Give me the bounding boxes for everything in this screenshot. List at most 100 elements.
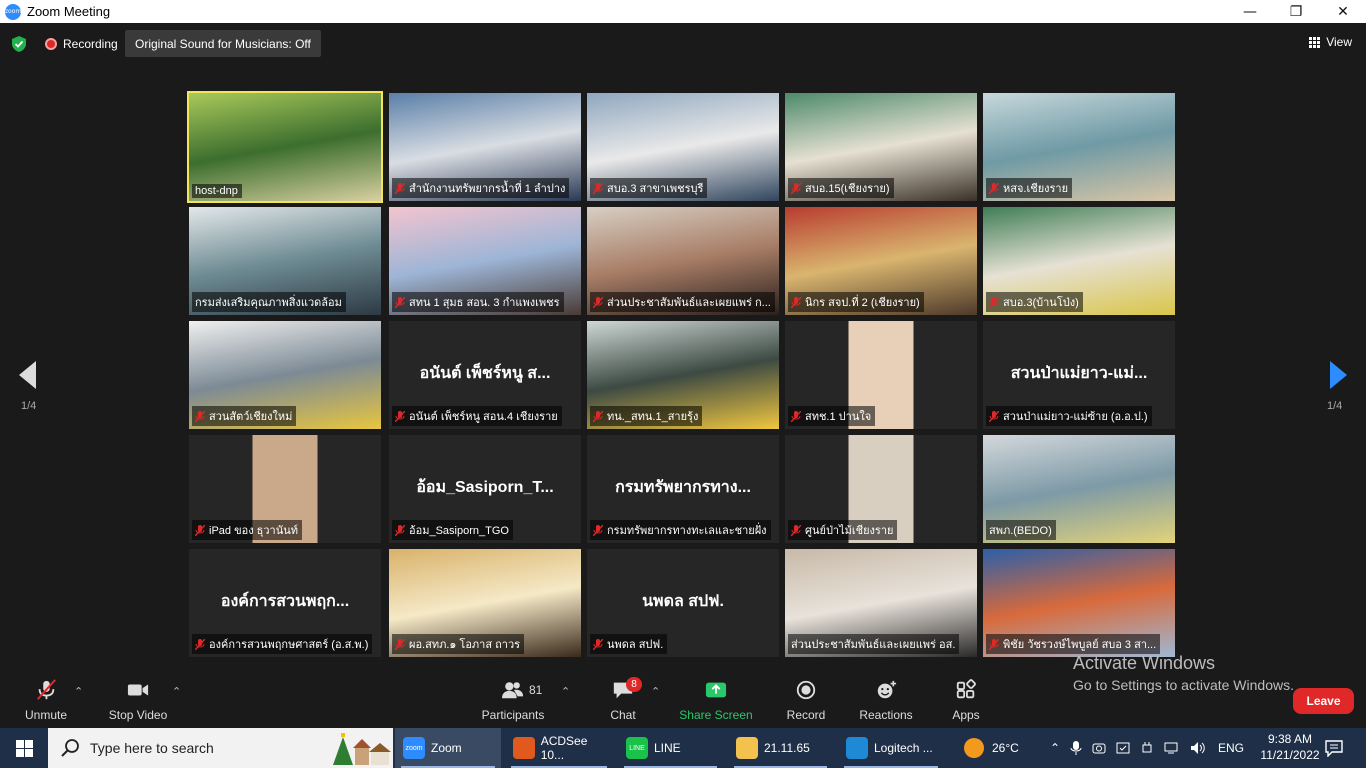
reactions-label: Reactions — [859, 708, 913, 722]
original-sound-button[interactable]: Original Sound for Musicians: Off — [125, 30, 321, 57]
participant-video-tile[interactable]: อ้อม_Sasiporn_T... อ้อม_Sasiporn_TGO — [389, 435, 581, 543]
unmute-button[interactable]: Unmute — [20, 673, 72, 728]
video-options-caret-icon[interactable]: ⌃ — [172, 685, 181, 698]
participant-video-tile[interactable]: สำนักงานทรัพยากรน้ำที่ 1 ลำปาง — [389, 93, 581, 201]
taskbar-app-icon: LINE — [626, 737, 648, 759]
participant-video-tile[interactable]: นิกร สจป.ที่ 2 (เชียงราย) — [785, 207, 977, 315]
windows-logo-icon — [15, 739, 33, 757]
muted-mic-icon — [791, 296, 801, 308]
participant-name-label: ผอ.สทภ.๑ โอภาส ถาวร — [392, 634, 525, 654]
participants-button[interactable]: Participants — [480, 673, 546, 728]
participant-name-text: สทน 1 สุมธ สอน. 3 กำแพงเพชร — [409, 297, 560, 309]
muted-mic-icon — [593, 638, 603, 650]
muted-mic-icon — [593, 410, 603, 422]
minimize-button[interactable]: — — [1227, 0, 1273, 23]
stop-video-button[interactable]: Stop Video — [106, 673, 170, 728]
left-page-indicator: 1/4 — [21, 400, 37, 412]
camera-tray-icon[interactable] — [1092, 741, 1106, 755]
participant-name-text: host-dnp — [195, 185, 238, 197]
taskbar-app-icon: zoom — [403, 737, 425, 759]
power-plug-tray-icon[interactable] — [1140, 741, 1154, 755]
participants-options-caret-icon[interactable]: ⌃ — [561, 685, 570, 698]
view-button[interactable]: View — [1309, 35, 1352, 49]
participant-video-tile[interactable]: สบอ.3(บ้านโป่ง) — [983, 207, 1175, 315]
participant-video-tile[interactable]: พิชัย วัชรวงษ์ไพบูลย์ สบอ 3 สา... — [983, 549, 1175, 657]
participant-video-tile[interactable]: สทช.1 ปานใจ — [785, 321, 977, 429]
weather-temperature: 26°C — [992, 741, 1019, 755]
notification-center-icon[interactable] — [1325, 739, 1343, 757]
participant-video-tile[interactable]: สวนสัตว์เชียงใหม่ — [189, 321, 381, 429]
taskbar-app-button[interactable]: 21.11.65 — [728, 728, 833, 768]
participant-video-tile[interactable]: สพภ.(BEDO) — [983, 435, 1175, 543]
participant-display-name: กรมทรัพยากรทาง... — [615, 479, 751, 496]
reactions-button[interactable]: Reactions — [856, 673, 916, 728]
participant-name-text: ส่วนประชาสัมพันธ์และเผยแพร่ อส. — [791, 639, 956, 651]
record-button[interactable]: Record — [783, 673, 829, 728]
participant-video-tile[interactable]: ส่วนประชาสัมพันธ์และเผยแพร่ อส. — [785, 549, 977, 657]
record-label: Record — [786, 708, 826, 722]
participant-video-tile[interactable]: host-dnp — [187, 91, 383, 203]
taskbar-app-button[interactable]: LINE LINE — [618, 728, 723, 768]
network-tray-icon[interactable] — [1164, 741, 1180, 755]
participant-name-text: สบอ.3 สาขาเพชรบุรี — [607, 183, 704, 195]
participant-video-tile[interactable]: นพดล สปฟ. นพดล สปฟ. — [587, 549, 779, 657]
microphone-tray-icon[interactable] — [1070, 740, 1082, 756]
participant-name-label: สบอ.3(บ้านโป่ง) — [986, 292, 1083, 312]
muted-mic-icon — [989, 182, 999, 194]
taskbar-app-label: 21.11.65 — [764, 741, 810, 755]
participant-video-tile[interactable]: iPad ของ ธุวานันท์ — [189, 435, 381, 543]
participant-name-text: พิชัย วัชรวงษ์ไพบูลย์ สบอ 3 สา... — [1003, 639, 1157, 651]
recording-label: Recording — [63, 37, 118, 51]
taskbar-app-button[interactable]: Logitech ... — [838, 728, 944, 768]
participant-video-tile[interactable]: องค์การสวนพฤก... องค์การสวนพฤกษศาสตร์ (อ.… — [189, 549, 381, 657]
participant-video-tile[interactable]: สบอ.15(เชียงราย) — [785, 93, 977, 201]
taskbar-app-icon — [736, 737, 758, 759]
security-shield-icon[interactable] — [11, 35, 27, 53]
participant-video-tile[interactable]: กรมส่งเสริมคุณภาพสิ่งแวดล้อม — [189, 207, 381, 315]
muted-mic-icon — [989, 410, 999, 422]
leave-button[interactable]: Leave — [1293, 688, 1354, 714]
participant-video-tile[interactable]: สทน 1 สุมธ สอน. 3 กำแพงเพชร — [389, 207, 581, 315]
participant-video-tile[interactable]: กรมทรัพยากรทาง... กรมทรัพยากรทางทะเลและชา… — [587, 435, 779, 543]
participant-video-tile[interactable]: หสจ.เชียงราย — [983, 93, 1175, 201]
volume-tray-icon[interactable] — [1190, 741, 1206, 755]
participant-video-tile[interactable]: ผอ.สทภ.๑ โอภาส ถาวร — [389, 549, 581, 657]
participant-video-tile[interactable]: ส่วนประชาสัมพันธ์และเผยแพร่ ก... — [587, 207, 779, 315]
title-bar: zoom Zoom Meeting — [0, 0, 1366, 23]
maximize-button[interactable]: ❐ — [1273, 0, 1319, 23]
close-window-button[interactable]: ✕ — [1320, 0, 1366, 23]
show-hidden-icons-chevron-icon[interactable]: ⌃ — [1050, 741, 1060, 755]
taskbar-app-button[interactable]: zoom Zoom — [395, 728, 501, 768]
apps-button[interactable]: Apps — [946, 673, 986, 728]
participant-name-text: สทช.1 ปานใจ — [805, 411, 872, 423]
participant-name-label: อนันต์ เพ็ชร์หนู สอน.4 เชียงราย — [392, 406, 562, 426]
participant-video-tile[interactable]: ศูนย์ป่าไม้เชียงราย — [785, 435, 977, 543]
taskbar-app-label: LINE — [654, 741, 681, 755]
muted-mic-icon — [593, 524, 603, 536]
participant-video-tile[interactable]: ทน._สทน.1_สายรุ้ง — [587, 321, 779, 429]
weather-widget[interactable]: 26°C — [964, 728, 1019, 768]
participant-video-tile[interactable]: สวนป่าแม่ยาว-แม่... สวนป่าแม่ยาว-แม่ซ้าย … — [983, 321, 1175, 429]
share-screen-button[interactable]: Share Screen — [678, 673, 754, 728]
search-placeholder: Type here to search — [90, 740, 214, 756]
start-button[interactable] — [0, 728, 48, 768]
previous-page-arrow-icon[interactable] — [19, 361, 37, 389]
chat-options-caret-icon[interactable]: ⌃ — [651, 685, 660, 698]
taskbar-app-label: Logitech ... — [874, 741, 933, 755]
muted-mic-icon — [989, 638, 999, 650]
participant-video-tile[interactable]: อนันต์ เพ็ชร์หนู ส... อนันต์ เพ็ชร์หนู สอ… — [389, 321, 581, 429]
record-icon — [796, 680, 816, 700]
taskbar-app-button[interactable]: ACDSee 10... — [505, 728, 613, 768]
next-page-arrow-icon[interactable] — [1330, 361, 1348, 389]
security-tray-icon[interactable] — [1116, 741, 1130, 755]
taskbar-clock[interactable]: 9:38 AM 11/21/2022 — [1250, 731, 1330, 763]
participant-display-name: นพดล สปฟ. — [642, 593, 724, 610]
view-label: View — [1326, 35, 1352, 49]
muted-mic-icon — [395, 182, 405, 194]
taskbar-search-box[interactable]: Type here to search — [48, 728, 393, 768]
participant-display-name: องค์การสวนพฤก... — [220, 593, 350, 610]
recording-indicator[interactable]: Recording — [45, 37, 118, 51]
audio-options-caret-icon[interactable]: ⌃ — [74, 685, 83, 698]
participant-video-tile[interactable]: สบอ.3 สาขาเพชรบุรี — [587, 93, 779, 201]
input-language-indicator[interactable]: ENG — [1218, 728, 1244, 768]
